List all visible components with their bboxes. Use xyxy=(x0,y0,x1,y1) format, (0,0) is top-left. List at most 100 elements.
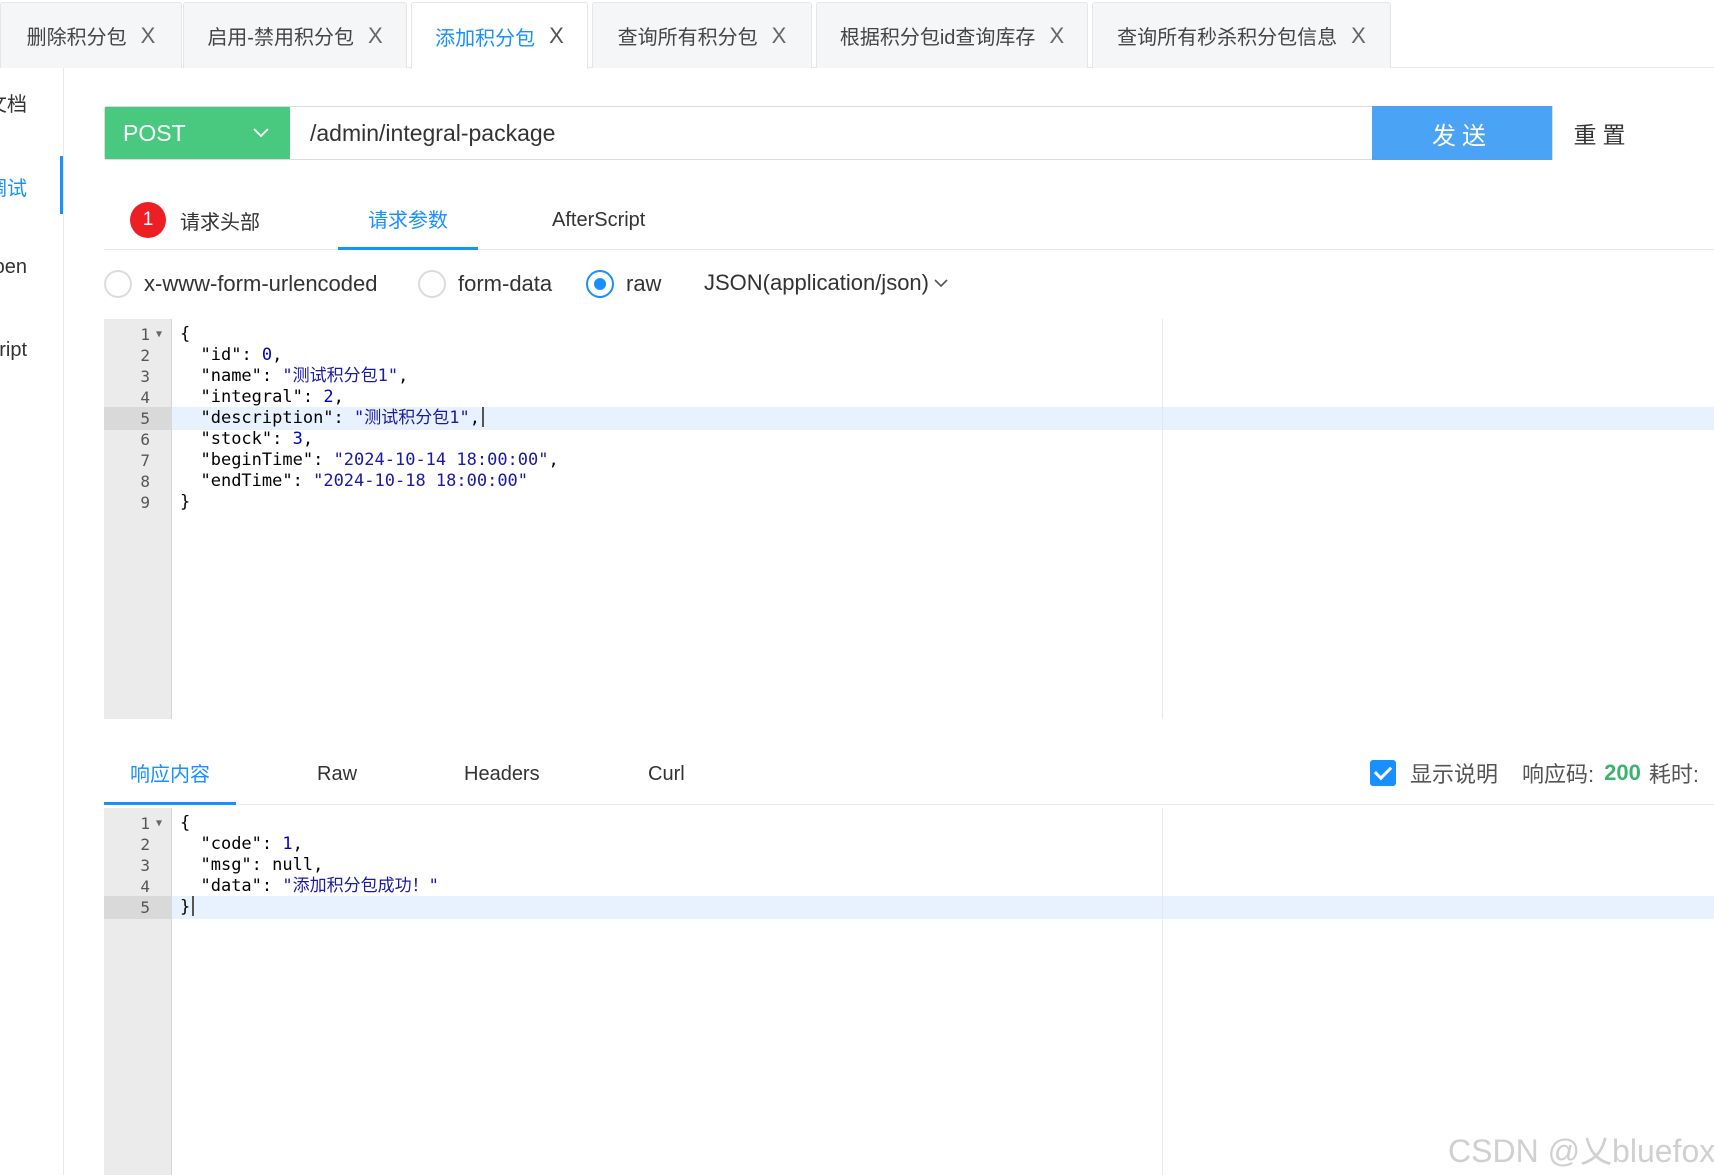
tab-response-headers[interactable]: Headers xyxy=(464,743,540,805)
code-line[interactable]: "description": "测试积分包1", xyxy=(172,407,1714,430)
tab-afterscript[interactable]: AfterScript xyxy=(552,190,645,250)
show-description-label: 显示说明 xyxy=(1410,762,1499,787)
tab-label: 请求参数 xyxy=(368,210,448,232)
response-meta: 显示说明 响应码: 200 耗时: xyxy=(1370,757,1699,789)
close-icon[interactable]: X xyxy=(1351,24,1366,47)
tab-label: Raw xyxy=(317,762,358,785)
code-line[interactable]: "id": 0, xyxy=(172,344,1714,367)
radio-circle-checked xyxy=(586,270,614,298)
close-icon[interactable]: X xyxy=(549,25,564,47)
code-line[interactable]: "data": "添加积分包成功！" xyxy=(172,875,1714,898)
code-line[interactable]: "beginTime": "2024-10-14 18:00:00", xyxy=(172,449,1714,472)
tab-label: 删除积分包 xyxy=(26,27,127,49)
sidebar-item-script[interactable]: Script xyxy=(0,339,27,362)
text-cursor xyxy=(482,407,484,427)
line-number: 4 xyxy=(140,877,150,896)
tab-response-curl[interactable]: Curl xyxy=(648,743,685,805)
tab-query-stock-by-id[interactable]: 根据积分包id查询库存 X xyxy=(816,2,1088,68)
request-tabs-bar: 删除积分包 X 启用-禁用积分包 X 添加积分包 X 查询所有积分包 X 根据积… xyxy=(0,0,1714,69)
close-icon[interactable]: X xyxy=(1049,24,1064,47)
close-icon[interactable]: X xyxy=(772,24,787,47)
tab-response-content[interactable]: 响应内容 xyxy=(104,743,236,805)
close-icon[interactable]: X xyxy=(368,24,383,47)
method-select[interactable]: POST xyxy=(105,107,290,159)
content-type-value: JSON(application/json) xyxy=(704,270,929,295)
close-icon[interactable]: X xyxy=(141,24,156,47)
radio-urlencoded[interactable]: x-www-form-urlencoded xyxy=(104,270,378,298)
radio-raw[interactable]: raw xyxy=(586,270,661,298)
fold-toggle-icon[interactable]: ▼ xyxy=(156,323,166,346)
response-section-tabs: 响应内容 Raw Headers Curl 显示说明 响应码: 200 耗时: xyxy=(104,743,1714,805)
sidebar: 文档 调试 Open Script xyxy=(0,68,64,1175)
line-number: 3 xyxy=(140,367,150,386)
code-line[interactable]: } xyxy=(172,491,1714,514)
body-type-selector: x-www-form-urlencoded form-data raw JSON… xyxy=(104,264,1714,304)
content-type-dropdown[interactable]: JSON(application/json) xyxy=(704,270,949,296)
code-line[interactable]: } xyxy=(172,896,1714,919)
code-line[interactable]: "msg": null, xyxy=(172,854,1714,877)
line-number: 6 xyxy=(140,430,150,449)
radio-label: x-www-form-urlencoded xyxy=(144,271,378,296)
request-url-bar: POST 发送 重置 xyxy=(104,106,1652,160)
code-line[interactable]: { xyxy=(172,812,1714,835)
code-line[interactable]: { xyxy=(172,323,1714,346)
tab-label: Headers xyxy=(464,762,540,785)
tab-request-params[interactable]: 请求参数 xyxy=(338,190,478,250)
tab-request-headers[interactable]: 1 请求头部 xyxy=(130,190,260,250)
tab-toggle-package[interactable]: 启用-禁用积分包 X xyxy=(183,2,407,68)
code-line[interactable]: "name": "测试积分包1", xyxy=(172,365,1714,388)
print-margin xyxy=(1162,808,1163,1175)
tab-delete-package[interactable]: 删除积分包 X xyxy=(0,2,182,68)
watermark: CSDN @乂bluefox xyxy=(1448,1133,1714,1169)
tab-label: AfterScript xyxy=(552,208,646,231)
line-number: 7 xyxy=(140,451,150,470)
show-description-checkbox[interactable] xyxy=(1370,760,1396,786)
editor-gutter: 1 ▼ 2 3 4 5 6 7 8 9 xyxy=(104,319,172,719)
line-number: 8 xyxy=(140,472,150,491)
line-number: 5 xyxy=(104,407,172,430)
status-label: 响应码: xyxy=(1522,762,1595,787)
editor-gutter: 1 ▼ 2 3 4 5 xyxy=(104,808,172,1175)
tab-label: 查询所有积分包 xyxy=(617,27,758,49)
tab-label: 请求头部 xyxy=(180,211,260,234)
print-margin xyxy=(1162,319,1163,719)
line-number: 2 xyxy=(140,346,150,365)
fold-toggle-icon[interactable]: ▼ xyxy=(156,812,166,835)
tab-add-package[interactable]: 添加积分包 X xyxy=(411,2,588,69)
sidebar-item-debug[interactable]: 调试 xyxy=(0,172,27,201)
sidebar-item-docs[interactable]: 文档 xyxy=(0,88,27,117)
response-body-editor[interactable]: 1 ▼ 2 3 4 5 { "code": 1, "msg": null, "data":… xyxy=(104,808,1714,1175)
line-number: 2 xyxy=(140,835,150,854)
code-line[interactable]: "integral": 2, xyxy=(172,386,1714,409)
status-code: 200 xyxy=(1604,760,1641,785)
request-body-editor[interactable]: 1 ▼ 2 3 4 5 6 7 8 9 { "id": 0, "name": "测试积分包1", … xyxy=(104,319,1714,719)
headers-count-badge: 1 xyxy=(130,202,166,238)
radio-label: raw xyxy=(626,271,662,296)
sidebar-item-open[interactable]: Open xyxy=(0,256,27,279)
code-line[interactable]: "endTime": "2024-10-18 18:00:00" xyxy=(172,470,1714,493)
line-number: 5 xyxy=(104,896,172,919)
method-value: POST xyxy=(123,119,186,146)
tab-query-all-packages[interactable]: 查询所有积分包 X xyxy=(592,2,812,68)
send-button[interactable]: 发送 xyxy=(1372,106,1552,160)
code-line[interactable]: "stock": 3, xyxy=(172,428,1714,451)
line-number: 4 xyxy=(140,388,150,407)
reset-button[interactable]: 重置 xyxy=(1552,106,1652,160)
tab-label: 启用-禁用积分包 xyxy=(207,27,354,49)
text-cursor xyxy=(192,896,195,916)
tab-response-raw[interactable]: Raw xyxy=(317,743,357,805)
chevron-down-icon xyxy=(934,279,948,288)
chevron-down-icon xyxy=(253,128,269,138)
tab-label: 根据积分包id查询库存 xyxy=(839,27,1036,49)
tab-query-seckill-packages[interactable]: 查询所有秒杀积分包信息 X xyxy=(1092,2,1391,68)
url-input[interactable] xyxy=(290,107,1372,159)
radio-label: form-data xyxy=(458,271,553,296)
code-line[interactable]: "code": 1, xyxy=(172,833,1714,856)
radio-circle xyxy=(418,270,446,298)
request-section-tabs: 1 请求头部 请求参数 AfterScript xyxy=(104,190,1714,250)
radio-form-data[interactable]: form-data xyxy=(418,270,552,298)
tab-label: 响应内容 xyxy=(130,764,210,786)
sidebar-active-indicator xyxy=(60,156,63,214)
time-label: 耗时: xyxy=(1648,762,1699,787)
line-number: 9 xyxy=(140,493,150,512)
